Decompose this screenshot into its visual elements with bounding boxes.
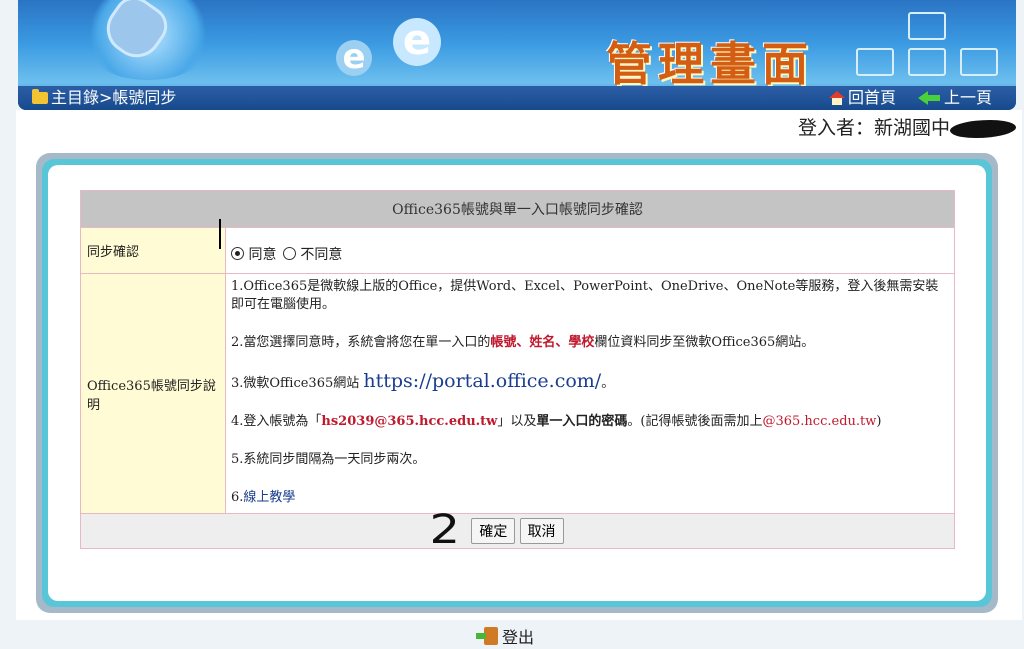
nav-links: 回首頁 上一頁 xyxy=(828,86,992,110)
sync-form-table: Office365帳號與單一入口帳號同步確認 同步確認 同意 不同意 Offic… xyxy=(80,190,955,549)
breadcrumb-text[interactable]: 主目錄>帳號同步 xyxy=(51,86,176,110)
domain-suffix: @365.hcc.edu.tw xyxy=(762,414,877,429)
cancel-button[interactable]: 取消 xyxy=(519,518,564,544)
desc-item-2-post: 欄位資料同步至微軟Office365網站。 xyxy=(594,335,815,350)
desc-item-2-fields: 帳號、姓名、學校 xyxy=(490,335,595,350)
desc-item-6: 6.線上教學 xyxy=(231,489,949,507)
desc-item-3-post: 。 xyxy=(601,376,615,391)
confirm-label: 同步確認 xyxy=(80,227,226,274)
desc-item-5: 5.系統同步間隔為一天同步兩次。 xyxy=(231,452,426,467)
logout-link[interactable]: 登出 xyxy=(476,624,535,648)
description-content: 1.Office365是微軟線上版的Office，提供Word、Excel、Po… xyxy=(225,273,955,514)
desc-item-6-pre: 6. xyxy=(231,490,244,505)
description-label: Office365帳號同步說明 xyxy=(80,273,226,514)
desc-item-1: 1.Office365是微軟線上版的Office，提供Word、Excel、Po… xyxy=(231,279,939,312)
desc-item-4: 4.登入帳號為「hs2039@365.hcc.edu.tw」以及單一入口的密碼。… xyxy=(231,413,949,431)
form-actions: 確定 取消 xyxy=(80,513,955,549)
banner-title: 管理畫面 xyxy=(606,37,814,91)
content-area: 登入者：新湖國中 Office365帳號與單一入口帳號同步確認 同步確認 同意 … xyxy=(16,110,1022,620)
desc-item-3-pre: 3.微軟Office365網站 xyxy=(231,376,364,391)
home-link-label: 回首頁 xyxy=(847,88,896,107)
desc-item-2: 2.當您選擇同意時，系統會將您在單一入口的帳號、姓名、學校欄位資料同步至微軟Of… xyxy=(231,334,949,352)
folder-icon xyxy=(32,89,48,104)
back-link[interactable]: 上一頁 xyxy=(917,86,992,110)
back-arrow-tail xyxy=(927,95,940,101)
desc-item-2-pre: 2.當您選擇同意時，系統會將您在單一入口的 xyxy=(231,335,491,350)
desc-item-4-close: ) xyxy=(876,414,882,429)
home-icon xyxy=(828,91,845,105)
disagree-label[interactable]: 不同意 xyxy=(300,247,342,263)
back-link-label: 上一頁 xyxy=(943,88,992,107)
desc-item-4-pre: 4.登入帳號為「 xyxy=(231,414,322,429)
back-arrow-icon xyxy=(917,91,928,105)
portal-url-link[interactable]: https://portal.office.com/ xyxy=(363,370,601,392)
e-logo-icon: e xyxy=(393,18,441,66)
agree-label[interactable]: 同意 xyxy=(248,247,276,263)
desc-item-3: 3.微軟Office365網站 https://portal.office.co… xyxy=(231,372,949,393)
folder-tree-illustration xyxy=(848,8,1008,88)
e-logo-icon: e xyxy=(336,40,372,76)
logout-door-icon xyxy=(476,627,498,645)
header-banner: e e 管理畫面 主目錄>帳號同步 回首頁 上一頁 xyxy=(18,0,1016,110)
form-header: Office365帳號與單一入口帳號同步確認 xyxy=(80,190,955,228)
agree-radio[interactable] xyxy=(231,246,244,260)
annotation-mark-1 xyxy=(219,219,221,249)
disagree-radio[interactable] xyxy=(282,246,296,260)
nav-bar: 主目錄>帳號同步 回首頁 上一頁 xyxy=(18,86,1016,110)
desc-item-4-mid: 」以及 xyxy=(497,414,537,429)
confirm-options: 同意 不同意 xyxy=(225,227,955,274)
breadcrumb: 主目錄>帳號同步 xyxy=(32,86,176,110)
ok-button[interactable]: 確定 xyxy=(471,518,516,544)
online-tutorial-link[interactable]: 線上教學 xyxy=(243,490,295,505)
login-info: 登入者：新湖國中 xyxy=(797,113,1017,141)
annotation-mark-2: 2 xyxy=(429,507,460,553)
login-text: 登入者：新湖國中 xyxy=(797,117,950,139)
account-name: hs2039@365.hcc.edu.tw xyxy=(321,414,498,429)
redaction-scribble xyxy=(949,116,1017,141)
desc-item-4-note: 。(記得帳號後面需加上 xyxy=(627,414,763,429)
home-link[interactable]: 回首頁 xyxy=(828,86,896,110)
password-note: 單一入口的密碼 xyxy=(536,414,628,429)
form-frame: Office365帳號與單一入口帳號同步確認 同步確認 同意 不同意 Offic… xyxy=(36,153,998,613)
logout-label: 登出 xyxy=(502,628,535,647)
